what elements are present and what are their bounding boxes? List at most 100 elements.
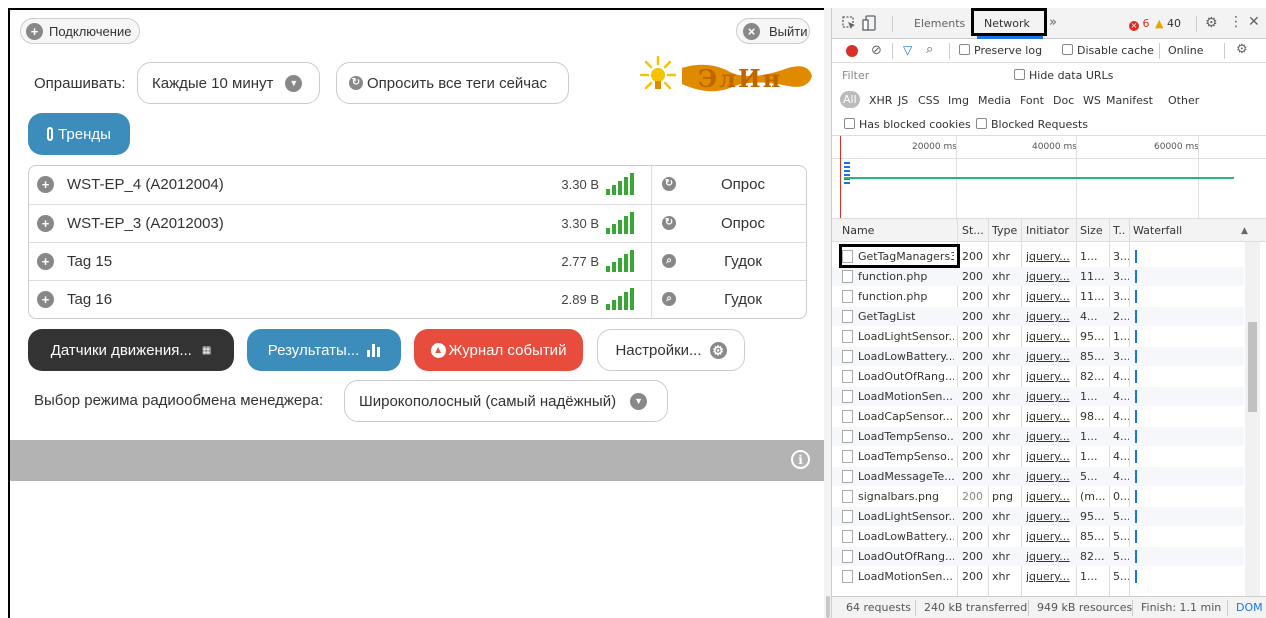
device-toolbar-icon[interactable] [862, 15, 876, 31]
request-initiator[interactable]: jquery... [1026, 270, 1072, 283]
request-initiator[interactable]: jquery... [1026, 430, 1072, 443]
info-icon[interactable]: i [791, 450, 810, 469]
resource-type-filters: All XHR JS CSS Img Media Font Doc WS Man… [832, 90, 1266, 112]
type-filter-xhr[interactable]: XHR [869, 94, 892, 107]
tag-action-button[interactable]: Гудок [679, 253, 806, 270]
inspect-element-icon[interactable] [842, 16, 856, 30]
settings-button[interactable]: Настройки... ⚙ [597, 329, 745, 371]
column-initiator[interactable]: Initiator [1026, 224, 1069, 237]
motion-sensors-button[interactable]: Датчики движения... ▦ [28, 329, 234, 371]
tag-action-button[interactable]: Гудок [679, 291, 806, 308]
request-row[interactable]: LoadTempSenso... 200 xhr jquery... 1... 4... [832, 447, 1244, 466]
request-initiator[interactable]: jquery... [1026, 550, 1072, 563]
settings-gear-icon[interactable]: ⚙ [1205, 15, 1218, 31]
splitter-handle[interactable] [826, 596, 830, 618]
errors-badge[interactable]: × 6 ▲ 40 [1129, 17, 1181, 31]
request-row[interactable]: LoadCapSensor... 200 xhr jquery... 98... 4... [832, 407, 1244, 426]
request-initiator[interactable]: jquery... [1026, 470, 1072, 483]
request-initiator[interactable]: jquery... [1026, 330, 1072, 343]
has-blocked-cookies-checkbox[interactable]: Has blocked cookies [844, 118, 971, 131]
refresh-icon[interactable]: ↻ [662, 216, 676, 230]
search-icon[interactable]: ⌕ [662, 292, 676, 306]
blocked-requests-checkbox[interactable]: Blocked Requests [976, 118, 1088, 131]
request-row[interactable]: LoadTempSenso... 200 xhr jquery... 1... 4... [832, 427, 1244, 446]
request-row[interactable]: LoadLowBattery... 200 xhr jquery... 85... 3..… [832, 347, 1244, 366]
type-filter-media[interactable]: Media [978, 94, 1011, 107]
type-filter-font[interactable]: Font [1020, 94, 1044, 107]
throttling-select[interactable]: Online [1168, 44, 1203, 57]
event-log-button[interactable]: ▲ Журнал событий [414, 329, 583, 371]
request-initiator[interactable]: jquery... [1026, 410, 1072, 423]
type-filter-js[interactable]: JS [898, 94, 908, 107]
poll-all-button[interactable]: ↻ Опросить все теги сейчас [336, 62, 569, 104]
request-row[interactable]: LoadMessageTe... 200 xhr jquery... 5... 4... [832, 467, 1244, 486]
search-icon[interactable]: ⌕ [662, 254, 676, 268]
record-icon[interactable] [846, 45, 858, 57]
close-devtools-icon[interactable]: ✕ [1248, 14, 1260, 30]
type-filter-other[interactable]: Other [1168, 94, 1199, 107]
type-filter-manifest[interactable]: Manifest [1106, 94, 1153, 107]
request-row[interactable]: function.php 200 xhr jquery... 11... 3... [832, 287, 1244, 306]
tag-action-button[interactable]: Опрос [679, 215, 806, 232]
request-time: 0... [1113, 490, 1129, 503]
expand-icon[interactable]: + [37, 215, 54, 232]
request-row[interactable]: LoadOutOfRang... 200 xhr jquery... 82... 4... [832, 367, 1244, 386]
connect-button[interactable]: + Подключение [20, 18, 140, 44]
request-row[interactable]: LoadLightSensor... 200 xhr jquery... 95... 5.… [832, 507, 1244, 526]
request-initiator[interactable]: jquery... [1026, 370, 1072, 383]
radio-mode-select[interactable]: Широкополосный (самый надёжный) ▼ [344, 380, 668, 422]
type-filter-all[interactable]: All [840, 91, 860, 108]
request-row[interactable]: LoadLowBattery... 200 xhr jquery... 85... 5..… [832, 527, 1244, 546]
request-initiator[interactable]: jquery... [1026, 530, 1072, 543]
requests-scrollbar[interactable] [1245, 242, 1260, 598]
hide-data-urls-checkbox[interactable]: Hide data URLs [1014, 69, 1113, 82]
request-row[interactable]: LoadMotionSen... 200 xhr jquery... 1... 5... [832, 567, 1244, 586]
column-waterfall[interactable]: Waterfall [1133, 224, 1182, 237]
request-initiator[interactable]: jquery... [1026, 510, 1072, 523]
request-initiator[interactable]: jquery... [1026, 570, 1072, 583]
network-settings-icon[interactable]: ⚙ [1236, 42, 1248, 57]
panel-splitter[interactable] [824, 8, 832, 618]
expand-icon[interactable]: + [37, 291, 54, 308]
request-row[interactable]: LoadMotionSen... 200 xhr jquery... 1... 4... [832, 387, 1244, 406]
tag-action-button[interactable]: Опрос [679, 176, 806, 193]
request-initiator[interactable]: jquery... [1026, 290, 1072, 303]
more-tabs-button[interactable]: » [1049, 15, 1057, 30]
request-initiator[interactable]: jquery... [1026, 490, 1072, 503]
results-button[interactable]: Результаты... [247, 329, 401, 371]
column-name[interactable]: Name [842, 224, 874, 237]
expand-icon[interactable]: + [37, 253, 54, 270]
type-filter-img[interactable]: Img [948, 94, 969, 107]
type-filter-ws[interactable]: WS [1083, 94, 1101, 107]
column-type[interactable]: Type [992, 224, 1017, 237]
tab-elements[interactable]: Elements [914, 17, 965, 30]
type-filter-css[interactable]: CSS [918, 94, 940, 107]
disable-cache-checkbox[interactable]: Disable cache [1062, 44, 1154, 57]
column-time[interactable]: T.. [1113, 224, 1125, 237]
request-initiator[interactable]: jquery... [1026, 390, 1072, 403]
preserve-log-checkbox[interactable]: Preserve log [959, 44, 1042, 57]
filter-input[interactable]: Filter [842, 69, 869, 82]
request-row[interactable]: function.php 200 xhr jquery... 11... 3... [832, 267, 1244, 286]
trends-button[interactable]: Тренды [28, 113, 130, 155]
column-size[interactable]: Size [1080, 224, 1103, 237]
request-row[interactable]: signalbars.png 200 png jquery... (m... 0... [832, 487, 1244, 506]
request-row[interactable]: GetTagList 200 xhr jquery... 4... 2... [832, 307, 1244, 326]
request-initiator[interactable]: jquery... [1026, 450, 1072, 463]
scrollbar-thumb[interactable] [1248, 322, 1257, 412]
request-row[interactable]: LoadOutOfRang... 200 xhr jquery... 82... 5... [832, 547, 1244, 566]
type-filter-doc[interactable]: Doc [1053, 94, 1074, 107]
request-initiator[interactable]: jquery... [1026, 310, 1072, 323]
request-initiator[interactable]: jquery... [1026, 250, 1072, 263]
more-options-icon[interactable]: ⋮ [1229, 14, 1243, 30]
expand-icon[interactable]: + [37, 176, 54, 193]
clear-icon[interactable]: ⊘ [871, 43, 882, 58]
search-icon[interactable]: ⌕ [926, 42, 933, 57]
logout-button[interactable]: × Выйти [736, 18, 810, 44]
request-initiator[interactable]: jquery... [1026, 350, 1072, 363]
filter-icon[interactable]: ▽ [903, 43, 912, 57]
refresh-icon[interactable]: ↻ [662, 177, 676, 191]
poll-interval-select[interactable]: Каждые 10 минут ▼ [137, 62, 320, 104]
request-row[interactable]: LoadLightSensor... 200 xhr jquery... 95... 1.… [832, 327, 1244, 346]
column-status[interactable]: St... [962, 224, 984, 237]
